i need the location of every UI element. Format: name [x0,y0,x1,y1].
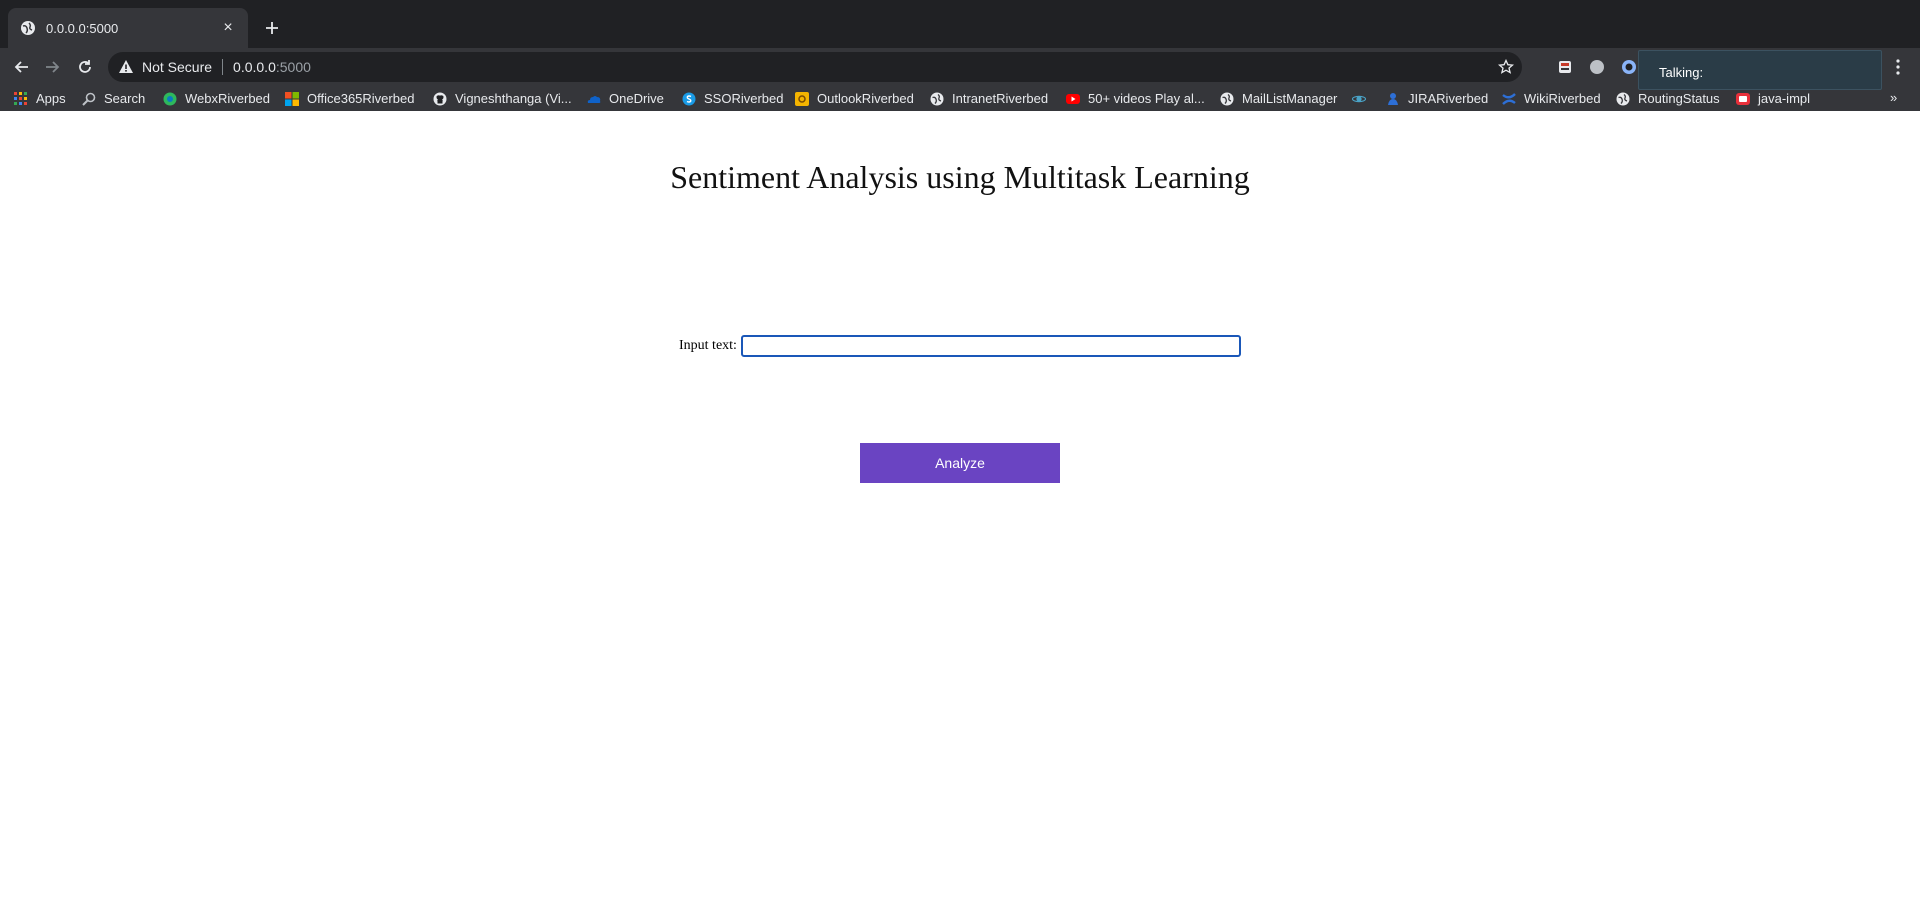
talking-popup: Talking: [1638,50,1882,90]
more-bookmarks-chevron-icon[interactable]: » [1890,90,1897,105]
outlook-icon [795,91,809,106]
bookmark-50-videos[interactable]: 50+ videos Play al... [1066,86,1205,111]
bookmark-intranetriverbed[interactable]: IntranetRiverbed [930,86,1048,111]
bookmark-webxriverbed[interactable]: WebxRiverbed [163,86,270,111]
bookmark-label: WikiRiverbed [1524,91,1601,106]
new-tab-button[interactable] [258,14,286,42]
bookmark-label: Apps [36,91,66,106]
bookmark-planet[interactable] [1352,86,1374,111]
star-icon[interactable] [1498,59,1514,75]
back-arrow-icon[interactable] [8,54,34,80]
bookmark-red-icon [1736,92,1750,106]
reload-icon[interactable] [72,54,98,80]
bookmark-label: Search [104,91,146,106]
apps-grid-icon [14,91,28,106]
forward-arrow-icon[interactable] [40,54,66,80]
bookmark-jirariverbed[interactable]: JIRARiverbed [1386,86,1488,111]
input-label: Input text: [679,338,737,353]
bookmark-ssoriverbed[interactable]: SSORiverbed [682,86,783,111]
close-icon[interactable]: × [218,18,238,38]
bookmark-onedrive[interactable]: OneDrive [587,86,664,111]
bookmark-vigneshthanga[interactable]: Vigneshthanga (Vi... [433,86,572,111]
bookmark-apps[interactable]: Apps [14,86,66,111]
tab-strip: 0.0.0.0:5000 × [0,0,1920,48]
bookmark-label: RoutingStatus [1638,91,1720,106]
bookmark-label: OutlookRiverbed [817,91,914,106]
confluence-icon [1502,92,1516,106]
bookmark-label: OneDrive [609,91,664,106]
input-form-row: Input text: [679,335,1241,357]
bookmark-label: java-impl [1758,91,1811,106]
page-title: Sentiment Analysis using Multitask Learn… [670,159,1250,195]
more-options-icon[interactable] [1888,54,1908,80]
youtube-icon [1066,92,1080,106]
warning-icon [118,59,134,75]
extension-profile-icon[interactable] [1620,58,1638,76]
github-icon [433,92,447,106]
jira-icon [1386,92,1400,106]
webex-icon [163,92,177,106]
input-text-field[interactable] [740,335,1241,357]
bookmark-label: WebxRiverbed [185,91,271,106]
onedrive-icon [587,92,601,106]
bookmark-label: 50+ videos Play al... [1088,91,1205,106]
bookmark-outlookriverbed[interactable]: OutlookRiverbed [795,86,914,111]
url-port: :5000 [275,59,311,75]
sso-icon [682,92,696,106]
globe-icon [1616,92,1630,106]
bookmark-label: SSORiverbed [704,91,784,106]
bookmark-search[interactable]: Search [82,86,145,111]
bookmark-label: Office365Riverbed [307,91,415,106]
globe-icon [1220,92,1234,106]
microsoft-icon [285,91,299,106]
bookmark-wikiriverbed[interactable]: WikiRiverbed [1502,86,1601,111]
browser-tab[interactable]: 0.0.0.0:5000 × [8,8,248,48]
talking-label: Talking: [1659,65,1704,80]
bookmark-maillistmanager[interactable]: MailListManager [1220,86,1337,111]
browser-chrome: 0.0.0.0:5000 × Not Secure 0.0.0.0 :5000 [0,0,1920,111]
url-host: 0.0.0.0 [233,59,276,75]
bookmark-label: JIRARiverbed [1408,91,1489,106]
analyze-button[interactable]: Analyze [860,443,1060,483]
omnibox-divider [222,59,224,75]
bookmark-label: Vigneshthanga (Vi... [455,91,572,106]
extension-circle-icon[interactable] [1588,58,1606,76]
globe-icon [930,92,944,106]
address-bar[interactable]: Not Secure 0.0.0.0 :5000 [108,52,1522,82]
globe-icon [20,20,36,36]
bookmark-label: MailListManager [1242,91,1338,106]
bookmarks-bar: Apps Search WebxRiverbed Office365Riverb… [0,86,1920,111]
extension-icon[interactable] [1556,58,1574,76]
security-status[interactable]: Not Secure [142,59,212,75]
bookmark-office365riverbed[interactable]: Office365Riverbed [285,86,414,111]
tab-title: 0.0.0.0:5000 [46,20,119,36]
search-icon [82,92,96,106]
bookmark-label: IntranetRiverbed [952,91,1049,106]
planet-icon [1352,92,1366,106]
browser-toolbar: Not Secure 0.0.0.0 :5000 [0,48,1920,86]
page-content: Sentiment Analysis using Multitask Learn… [0,111,1920,916]
